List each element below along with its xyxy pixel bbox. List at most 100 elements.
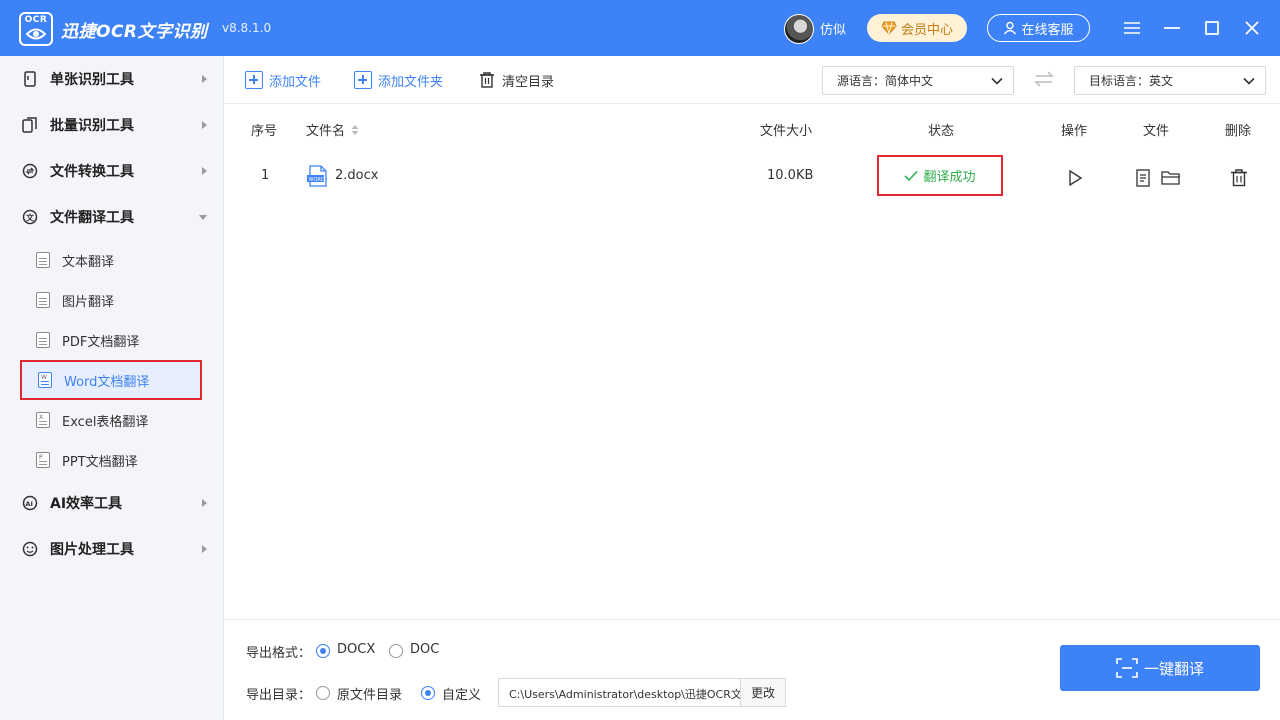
export-dir-label: 导出目录： (246, 688, 312, 703)
translate-icon: 文 (22, 209, 38, 225)
vip-center-label: 会员中心 (900, 22, 953, 38)
source-language-value: 源语言：简体中文 (837, 74, 934, 88)
add-folder-icon (354, 71, 372, 89)
status-badge: 翻译成功 (877, 155, 1003, 196)
row-filename: 2.docx (335, 168, 379, 183)
swap-language-icon[interactable] (1034, 70, 1054, 88)
dir-custom-label[interactable]: 自定义 (442, 684, 481, 703)
header-index: 序号 (251, 124, 278, 139)
source-language-select[interactable]: 源语言：简体中文 (822, 66, 1014, 95)
add-folder-label: 添加文件夹 (378, 74, 444, 90)
menu-button[interactable] (1118, 14, 1146, 42)
sidebar-category-batch-recognition[interactable]: 批量识别工具 (0, 102, 224, 148)
chevron-right-icon (202, 75, 207, 83)
sidebar-item-ppt-translation[interactable]: P PPT文档翻译 (20, 440, 202, 480)
sidebar-category-ai-tools[interactable]: AI AI效率工具 (0, 480, 224, 526)
sidebar-category-label: AI效率工具 (50, 496, 123, 512)
app-version: v8.8.1.0 (222, 21, 272, 35)
export-format-label: 导出格式： (246, 646, 312, 661)
sidebar-item-label: PPT文档翻译 (62, 454, 138, 470)
sort-icon (351, 124, 359, 135)
clear-list-button[interactable]: 清空目录 (478, 69, 554, 91)
sidebar-item-word-translation[interactable]: W Word文档翻译 (20, 360, 202, 400)
format-doc-radio[interactable] (389, 644, 403, 658)
open-file-icon[interactable] (1135, 169, 1151, 187)
add-folder-button[interactable]: 添加文件夹 (354, 69, 443, 91)
sidebar-category-label: 图片处理工具 (50, 542, 134, 558)
play-icon[interactable] (1067, 169, 1083, 187)
word-doc-icon: W (38, 372, 52, 388)
svg-text:WORD: WORD (309, 177, 325, 183)
pdf-doc-icon (36, 332, 50, 348)
word-file-icon: WORD (307, 165, 327, 187)
close-button[interactable] (1238, 14, 1266, 42)
sidebar: 单张识别工具 批量识别工具 文件转换工具 文 文件翻译工具 文本翻译 图片翻译 … (0, 56, 224, 720)
sidebar-category-file-conversion[interactable]: 文件转换工具 (0, 148, 224, 194)
add-file-icon (245, 71, 263, 89)
target-language-select[interactable]: 目标语言：英文 (1074, 66, 1266, 95)
one-click-translate-button[interactable]: 一键翻译 (1060, 645, 1260, 691)
username[interactable]: 仿似 (820, 19, 846, 38)
add-file-button[interactable]: 添加文件 (245, 69, 321, 91)
vip-center-button[interactable]: 会员中心 (867, 14, 967, 42)
dir-original-radio[interactable] (316, 686, 330, 700)
avatar[interactable] (784, 14, 814, 44)
dir-custom-radio[interactable] (421, 686, 435, 700)
row-index: 1 (261, 168, 270, 183)
sidebar-item-pdf-translation[interactable]: PDF文档翻译 (20, 320, 202, 360)
sidebar-item-label: Excel表格翻译 (62, 414, 149, 430)
online-service-button[interactable]: 在线客服 (987, 14, 1090, 42)
excel-doc-icon: X (36, 412, 50, 428)
header-status: 状态 (928, 124, 955, 139)
maximize-button[interactable] (1198, 14, 1226, 42)
app-title: 迅捷OCR文字识别 (61, 22, 208, 42)
format-docx-label[interactable]: DOCX (337, 642, 375, 657)
sidebar-category-file-translation[interactable]: 文 文件翻译工具 (0, 194, 224, 240)
convert-icon (22, 163, 38, 179)
minimize-icon (1164, 27, 1180, 29)
format-doc-label[interactable]: DOC (410, 642, 439, 657)
user-icon (1004, 21, 1017, 35)
header-delete: 删除 (1225, 124, 1252, 139)
delete-icon[interactable] (1229, 168, 1249, 188)
logo-text: OCR (24, 15, 48, 25)
image-tool-icon (22, 541, 38, 557)
header-filename[interactable]: 文件名 (306, 120, 359, 139)
export-path-input[interactable]: C:\Users\Administrator\desktop\迅捷OCR文 (498, 678, 741, 707)
dir-original-label[interactable]: 原文件目录 (337, 684, 402, 703)
sidebar-category-label: 批量识别工具 (50, 118, 134, 134)
format-docx-radio[interactable] (316, 644, 330, 658)
sidebar-item-text-translation[interactable]: 文本翻译 (20, 240, 202, 280)
sidebar-item-excel-translation[interactable]: X Excel表格翻译 (20, 400, 202, 440)
trash-icon (480, 72, 494, 88)
single-page-icon (22, 71, 38, 87)
minimize-button[interactable] (1158, 14, 1186, 42)
hamburger-icon (1124, 22, 1140, 34)
header-size: 文件大小 (760, 124, 813, 139)
close-icon (1245, 21, 1259, 35)
open-folder-icon[interactable] (1161, 169, 1181, 187)
scan-icon (1116, 658, 1138, 678)
sidebar-category-label: 文件翻译工具 (50, 210, 134, 226)
add-file-label: 添加文件 (269, 74, 322, 90)
chevron-right-icon (202, 545, 207, 553)
app-logo: OCR (19, 12, 53, 46)
sidebar-category-image-tools[interactable]: 图片处理工具 (0, 526, 224, 572)
sidebar-item-label: PDF文档翻译 (62, 334, 140, 350)
chevron-right-icon (202, 499, 207, 507)
target-language-value: 目标语言：英文 (1089, 74, 1174, 88)
translate-button-label: 一键翻译 (1143, 659, 1204, 678)
sidebar-item-image-translation[interactable]: 图片翻译 (20, 280, 202, 320)
header-operation: 操作 (1061, 124, 1088, 139)
chevron-right-icon (202, 167, 207, 175)
chevron-down-icon (991, 77, 1003, 85)
header-file: 文件 (1143, 124, 1170, 139)
sidebar-category-single-recognition[interactable]: 单张识别工具 (0, 56, 224, 102)
header-filename-label: 文件名 (306, 124, 346, 139)
sidebar-category-label: 单张识别工具 (50, 72, 134, 88)
row-size: 10.0KB (767, 168, 814, 183)
svg-text:文: 文 (26, 213, 35, 223)
image-doc-icon (36, 292, 50, 308)
change-path-button[interactable]: 更改 (740, 678, 786, 707)
sidebar-item-label: Word文档翻译 (64, 374, 150, 390)
